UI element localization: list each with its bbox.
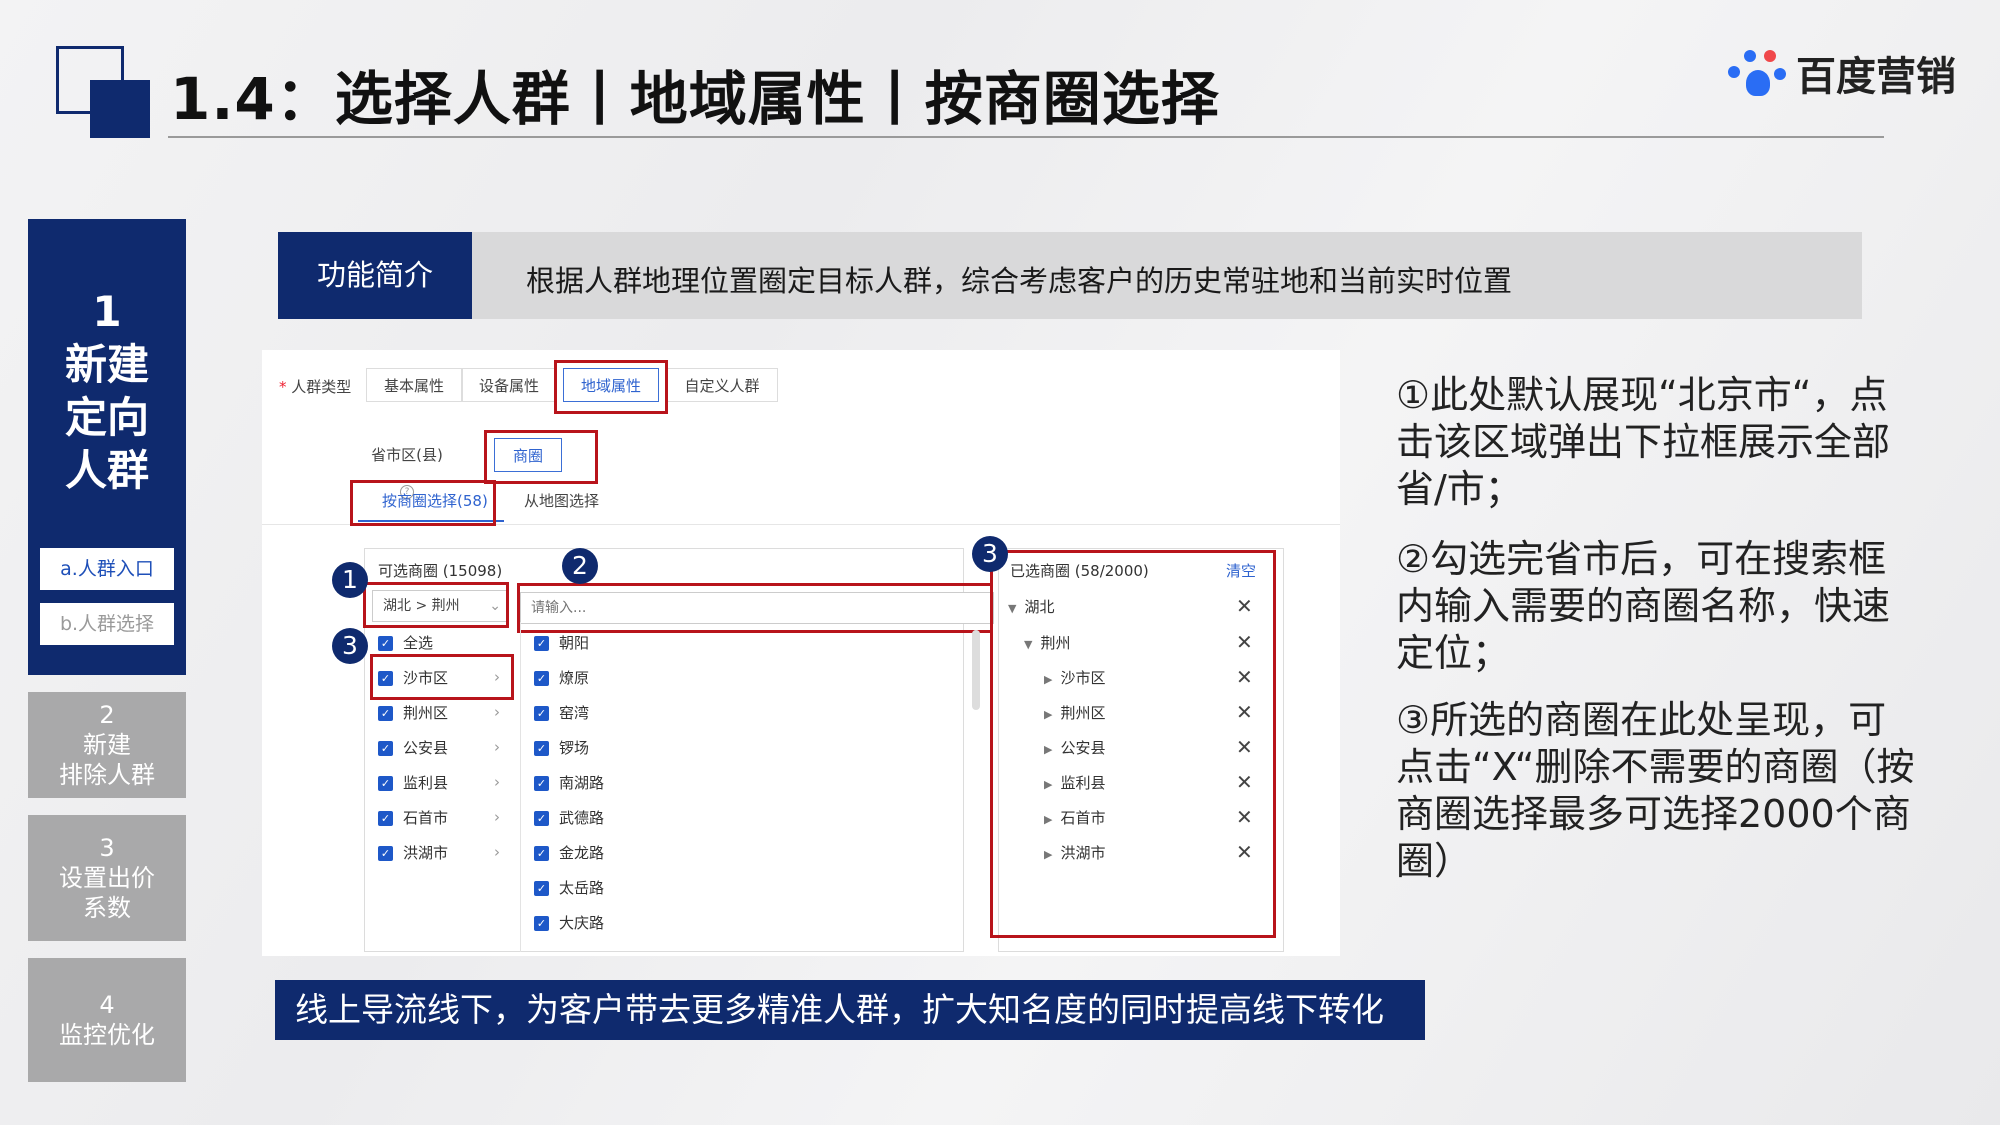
highlight-district-tab: [484, 430, 598, 484]
nav-step-4[interactable]: 4 监控优化: [28, 958, 186, 1082]
tab-basic-attr[interactable]: 基本属性: [366, 368, 462, 402]
checkbox-checked-icon: ✓: [378, 846, 393, 861]
caret-right-icon: ▶: [1044, 813, 1053, 826]
ui-screenshot: * 人群类型 基本属性 设备属性 地域属性 自定义人群 省市区(县) ? 商圈 …: [262, 350, 1340, 956]
caret-down-icon: ▼: [1024, 638, 1033, 651]
checkbox-checked-icon: ✓: [534, 811, 549, 826]
highlight-search: [517, 583, 993, 633]
district-item[interactable]: ✓ 监利县: [378, 773, 448, 793]
chevron-right-icon: ›: [494, 738, 500, 756]
area-item[interactable]: ✓ 金龙路: [534, 843, 604, 863]
tree-node-district[interactable]: ▶ 石首市: [1044, 808, 1105, 828]
checkbox-checked-icon: ✓: [534, 741, 549, 756]
checkbox-checked-icon: ✓: [378, 706, 393, 721]
remove-x-icon[interactable]: ✕: [1236, 700, 1253, 724]
column-divider: [520, 622, 521, 952]
tree-node-district[interactable]: ▶ 荆州区: [1044, 703, 1105, 723]
title-divider: [168, 136, 1884, 138]
bottom-banner: 线上导流线下，为客户带去更多精准人群，扩大知名度的同时提高线下转化: [275, 980, 1425, 1040]
caret-right-icon: ▶: [1044, 673, 1053, 686]
checkbox-checked-icon: ✓: [534, 671, 549, 686]
remove-x-icon[interactable]: ✕: [1236, 665, 1253, 689]
nav-sub-crowd-entry[interactable]: a.人群入口: [40, 548, 174, 590]
caret-right-icon: ▶: [1044, 778, 1053, 791]
checkbox-checked-icon: ✓: [378, 741, 393, 756]
chevron-right-icon: ›: [494, 808, 500, 826]
remove-x-icon[interactable]: ✕: [1236, 840, 1253, 864]
remove-x-icon[interactable]: ✕: [1236, 770, 1253, 794]
area-item[interactable]: ✓ 武德路: [534, 808, 604, 828]
tree-node-province[interactable]: ▼ 湖北: [1008, 597, 1054, 617]
brand-name: 百度营销: [1796, 54, 1956, 100]
tab-device-attr[interactable]: 设备属性: [462, 368, 556, 402]
baidu-paw-icon: [1726, 46, 1788, 100]
highlight-region-tab: [554, 360, 668, 414]
subtab-from-map[interactable]: 从地图选择: [524, 490, 599, 511]
brand-logo: 百度营销: [1726, 44, 1956, 102]
checkbox-checked-icon: ✓: [534, 881, 549, 896]
area-item[interactable]: ✓ 窑湾: [534, 703, 589, 723]
area-item[interactable]: ✓ 朝阳: [534, 633, 589, 653]
remove-x-icon[interactable]: ✕: [1236, 735, 1253, 759]
tab-province-city[interactable]: 省市区(县) ?: [362, 438, 452, 499]
checkbox-checked-icon: ✓: [534, 706, 549, 721]
step-badge-3b: 3: [972, 536, 1008, 572]
area-item[interactable]: ✓ 南湖路: [534, 773, 604, 793]
highlight-district-item: [370, 654, 514, 700]
checkbox-checked-icon: ✓: [534, 636, 549, 651]
district-item[interactable]: ✓ 公安县: [378, 738, 448, 758]
caret-right-icon: ▶: [1044, 848, 1053, 861]
area-item[interactable]: ✓ 太岳路: [534, 878, 604, 898]
caret-down-icon: ▼: [1008, 602, 1017, 615]
scrollbar-thumb[interactable]: [972, 630, 980, 710]
checkbox-checked-icon: ✓: [378, 776, 393, 791]
district-item[interactable]: ✓ 石首市: [378, 808, 448, 828]
area-item[interactable]: ✓ 大庆路: [534, 913, 604, 933]
step-badge-2: 2: [562, 548, 598, 584]
caret-right-icon: ▶: [1044, 743, 1053, 756]
chevron-right-icon: ›: [494, 703, 500, 721]
remove-x-icon[interactable]: ✕: [1236, 594, 1253, 618]
tree-node-district[interactable]: ▶ 监利县: [1044, 773, 1105, 793]
step-badge-3: 3: [332, 628, 368, 664]
page-title: 1.4：选择人群丨地域属性丨按商圈选择: [170, 65, 1220, 133]
area-item[interactable]: ✓ 燎原: [534, 668, 589, 688]
note-2: ②勾选完省市后，可在搜索框内输入需要的商圈名称，快速定位；: [1396, 537, 1891, 675]
tree-node-city[interactable]: ▼ 荆州: [1024, 633, 1070, 653]
tree-node-district[interactable]: ▶ 洪湖市: [1044, 843, 1105, 863]
nav-step-3[interactable]: 3 设置出价 系数: [28, 815, 186, 941]
checkbox-checked-icon: ✓: [378, 636, 393, 651]
checkbox-checked-icon: ✓: [534, 916, 549, 931]
tab-custom-crowd[interactable]: 自定义人群: [666, 368, 778, 402]
tree-node-district[interactable]: ▶ 沙市区: [1044, 668, 1105, 688]
chevron-right-icon: ›: [494, 773, 500, 791]
intro-text: 根据人群地理位置圈定目标人群，综合考虑客户的历史常驻地和当前实时位置: [526, 264, 1513, 298]
available-header: 可选商圈 (15098): [378, 562, 503, 580]
caret-right-icon: ▶: [1044, 708, 1053, 721]
area-item[interactable]: ✓ 锣场: [534, 738, 589, 758]
crowd-type-label: * 人群类型: [279, 378, 352, 396]
select-all-checkbox[interactable]: ✓ 全选: [378, 633, 433, 653]
checkbox-checked-icon: ✓: [534, 776, 549, 791]
highlight-subtab: [350, 480, 496, 526]
district-item[interactable]: ✓ 荆州区: [378, 703, 448, 723]
chevron-right-icon: ›: [494, 843, 500, 861]
nav-step-1-label: 1 新建 定向 人群: [64, 287, 149, 495]
checkbox-checked-icon: ✓: [534, 846, 549, 861]
remove-x-icon[interactable]: ✕: [1236, 630, 1253, 654]
note-3: ③所选的商圈在此处呈现，可点击“X“删除不需要的商圈（按商圈选择最多可选择200…: [1396, 698, 1915, 883]
remove-x-icon[interactable]: ✕: [1236, 805, 1253, 829]
title-logo-fill: [90, 80, 150, 138]
checkbox-checked-icon: ✓: [378, 811, 393, 826]
note-1: ①此处默认展现“北京市“，点击该区域弹出下拉框展示全部省/市；: [1396, 373, 1891, 511]
nav-step-2[interactable]: 2 新建 排除人群: [28, 692, 186, 798]
tree-node-district[interactable]: ▶ 公安县: [1044, 738, 1105, 758]
district-item[interactable]: ✓ 洪湖市: [378, 843, 448, 863]
intro-tag: 功能简介: [278, 232, 472, 319]
highlight-province-select: [363, 582, 509, 628]
nav-sub-crowd-select[interactable]: b.人群选择: [40, 603, 174, 645]
step-badge-1: 1: [332, 562, 368, 598]
